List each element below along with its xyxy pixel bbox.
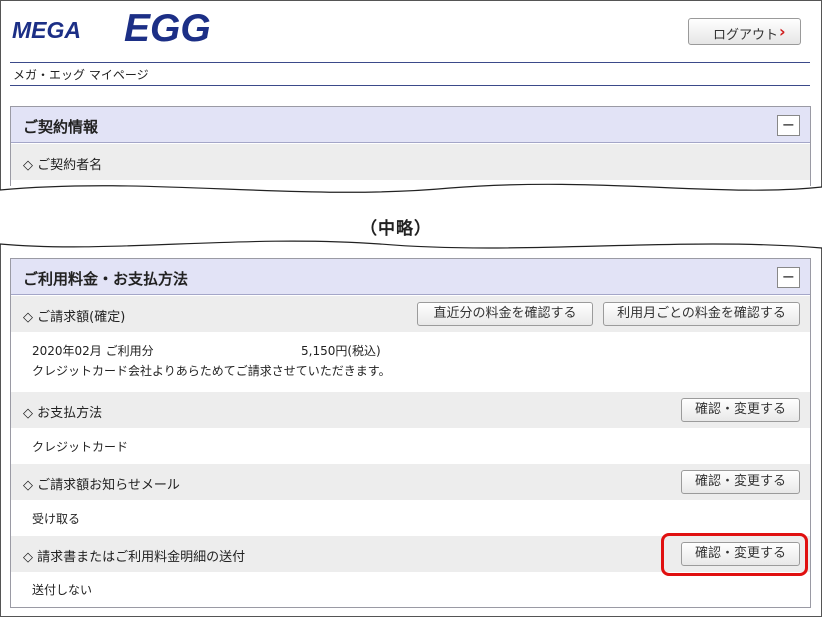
billing-amount-detail: 2020年02月 ご利用分 5,150円(税込) クレジットカード会社よりあらた… [11,332,810,392]
contract-panel-title: ご契約情報 [23,118,99,136]
billing-collapse-button[interactable]: − [777,267,800,288]
billing-amount-value: 5,150円(税込) [301,344,381,358]
invoice-sending-detail: 送付しない [11,572,810,607]
contract-holder-label: ◇ ご契約者名 [23,158,103,173]
omitted-label: （中略） [360,219,432,239]
contract-panel-header: ご契約情報 − [11,107,810,143]
monthly-charges-button[interactable]: 利用月ごとの料金を確認する [603,302,800,326]
billing-period: 2020年02月 ご利用分 [32,344,154,358]
billing-email-detail: 受け取る [11,500,810,536]
highlight-box [661,533,808,576]
billing-email-change-button[interactable]: 確認・変更する [681,470,800,494]
minus-icon: − [781,115,796,134]
billing-panel-title: ご利用料金・お支払方法 [23,270,189,288]
page-title: メガ・エッグ マイページ [13,68,149,82]
header-rule-top [10,62,810,63]
minus-icon: − [781,267,796,286]
contract-panel: ご契約情報 − ◇ ご契約者名 [10,106,811,186]
payment-method-change-button[interactable]: 確認・変更する [681,398,800,422]
billing-amount-label: ◇ ご請求額(確定) [23,310,126,325]
logo-egg-text: EGG [124,7,211,46]
header-rule-bottom [10,85,810,86]
contract-collapse-button[interactable]: − [777,115,800,136]
billing-email-label: ◇ ご請求額お知らせメール [23,478,180,493]
billing-email-value: 受け取る [32,512,81,526]
payment-method-row: ◇ お支払方法 確認・変更する [11,392,810,428]
billing-amount-row: ◇ ご請求額(確定) 直近分の料金を確認する 利用月ごとの料金を確認する [11,296,810,332]
payment-method-value: クレジットカード [32,440,129,454]
logout-button[interactable]: ログアウト › [688,18,801,45]
billing-panel-header: ご利用料金・お支払方法 − [11,259,810,295]
invoice-sending-value: 送付しない [32,583,93,597]
chevron-right-icon: › [779,22,786,41]
billing-email-row: ◇ ご請求額お知らせメール 確認・変更する [11,464,810,500]
payment-method-detail: クレジットカード [11,428,810,464]
logo-mega-text: MEGA [12,17,81,43]
logout-label: ログアウト [713,28,779,43]
billing-note: クレジットカード会社よりあらためてご請求させていただきます。 [32,364,391,378]
invoice-sending-label: ◇ 請求書またはご利用料金明細の送付 [23,550,246,565]
contract-holder-row: ◇ ご契約者名 [11,144,810,180]
mega-egg-logo: MEGA EGG [12,7,211,46]
recent-charges-button[interactable]: 直近分の料金を確認する [417,302,593,326]
payment-method-label: ◇ お支払方法 [23,406,103,421]
